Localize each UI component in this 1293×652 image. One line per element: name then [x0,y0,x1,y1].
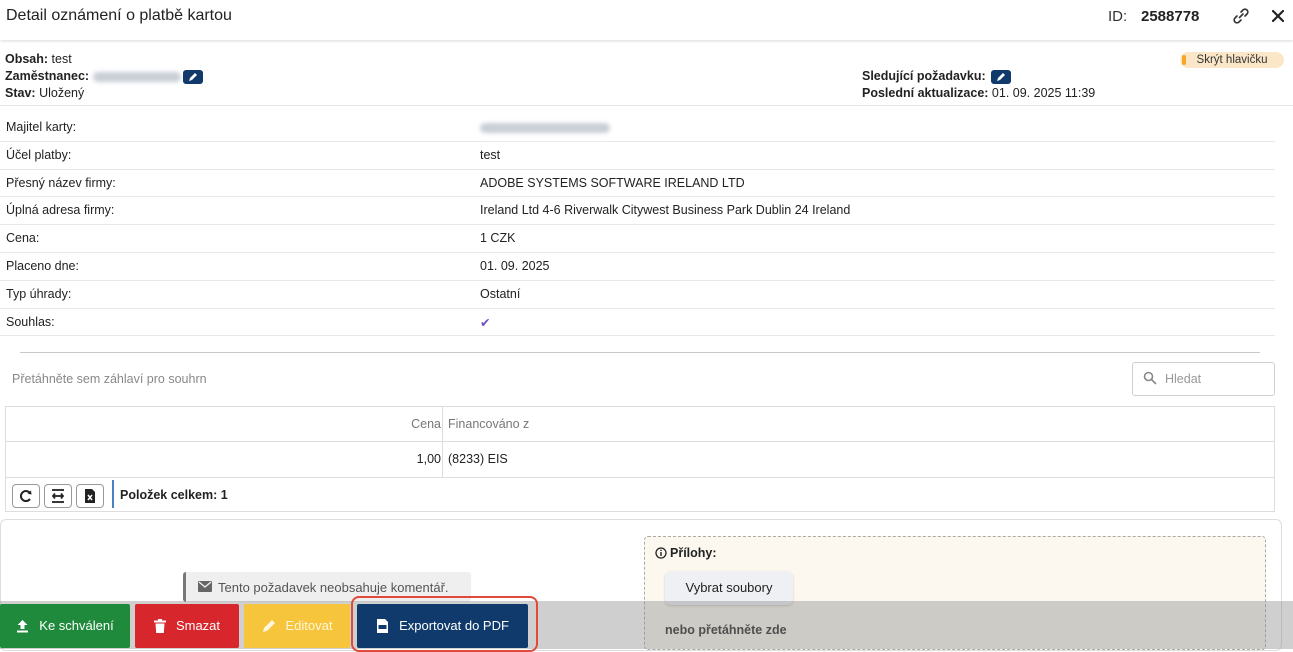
stav-line: Stav: Uložený [5,86,84,100]
edit-employee-button[interactable] [183,69,204,84]
id-label: ID: [1108,8,1128,25]
zamestnanec-line: Zaměstnanec: [5,69,204,84]
edit-label: Editovat [285,618,333,633]
detail-value: Ostatní [480,286,521,301]
search-icon [1143,371,1157,385]
approve-label: Ke schválení [39,618,114,633]
obsah-line: Obsah: test [5,52,72,66]
pencil-icon [262,620,275,632]
detail-label: Přesný název firmy: [6,175,116,190]
aktualizace-line: Poslední aktualizace: 01. 09. 2025 11:39 [862,86,1095,100]
detail-label: Souhlas: [6,314,55,329]
delete-label: Smazat [175,618,221,633]
sledujici-label: Sledující požadavku: [862,69,986,83]
hide-header-button[interactable]: Skrýt hlavičku [1180,52,1284,68]
attachments-label-text: Přílohy: [670,546,717,560]
detail-row: Cena: 1 CZK [0,225,1275,253]
approve-button[interactable]: Ke schválení [0,604,130,648]
request-header: Obsah: test Zaměstnanec: Stav: Uložený S… [0,47,1293,106]
column-header-financovano[interactable]: Financováno z [448,417,529,431]
excel-icon [85,489,95,503]
detail-row: Přesný název firmy: ADOBE SYSTEMS SOFTWA… [0,170,1275,198]
cell-cena: 1,00 [416,452,441,466]
dialog-title: Detail oznámení o platbě kartou [6,7,232,24]
footer-divider [112,480,114,508]
link-icon[interactable] [1231,6,1253,28]
obsah-value: test [51,52,72,66]
refresh-button[interactable] [12,484,40,508]
detail-label: Majitel karty: [6,120,77,134]
details-list: Majitel karty: Účel platby: test Přesný … [0,114,1275,337]
detail-value: test [480,147,501,162]
upload-icon [17,620,29,633]
attachments-label: Přílohy: [655,546,717,560]
detail-label: Účel platby: [6,147,72,162]
grid-footer: Položek celkem: 1 [6,478,1274,511]
detail-row: Úplná adresa firmy: Ireland Ltd 4-6 Rive… [0,197,1275,226]
detail-row: Placeno dne: 01. 09. 2025 [0,253,1275,281]
items-total: Položek celkem: 1 [120,488,228,502]
column-header-cena[interactable]: Cena [6,417,441,431]
column-divider [442,407,443,441]
group-panel-hint[interactable]: Přetáhněte sem záhlaví pro souhrn [12,372,207,386]
detail-row: Účel platby: test [0,142,1275,170]
grid-header: Cena Financováno z [6,407,1274,442]
employee-name-redacted [93,71,182,82]
comment-empty-text: Tento požadavek neobsahuje komentář. [218,580,449,595]
detail-value: Ireland Ltd 4-6 Riverwalk Citywest Busin… [480,203,851,218]
close-icon[interactable] [1268,6,1290,28]
detail-label: Úplná adresa firmy: [6,203,115,218]
id-value: 2588778 [1141,8,1200,25]
detail-value: ADOBE SYSTEMS SOFTWARE IRELAND LTD [480,175,745,190]
table-row[interactable]: 1,00 (8233) EIS [6,441,1274,478]
dialog-titlebar: Detail oznámení o platbě kartou ID: 2588… [0,0,1293,40]
search-placeholder: Hledat [1165,372,1202,386]
checkmark-icon: ✔ [480,315,491,330]
export-excel-button[interactable] [76,484,104,508]
detail-label: Placeno dne: [6,258,79,273]
search-input[interactable]: Hledat [1132,362,1275,396]
fit-columns-button[interactable] [44,484,72,508]
action-bar: Ke schválení Smazat Editovat Exportovat … [0,601,1293,649]
cell-financovano: (8233) EIS [448,452,508,466]
detail-value: 1 CZK [480,231,516,246]
column-divider [442,441,443,477]
refresh-icon [19,490,32,503]
edit-button[interactable]: Editovat [244,604,350,648]
sledujici-line: Sledující požadavku: [862,69,1012,84]
detail-row: Majitel karty: [0,114,1275,142]
detail-label: Cena: [6,231,40,246]
delete-button[interactable]: Smazat [135,604,239,648]
aktualizace-value: 01. 09. 2025 11:39 [991,86,1096,100]
detail-label: Typ úhrady: [6,286,72,301]
trash-icon [153,619,166,633]
divider [20,352,1260,353]
select-files-button[interactable]: Vybrat soubory [665,571,793,605]
detail-row: Souhlas: ✔ [0,309,1275,337]
stav-label: Stav: [5,86,36,100]
envelope-icon [198,581,212,592]
detail-value: 01. 09. 2025 [480,258,550,273]
aktualizace-label: Poslední aktualizace: [862,86,989,100]
zamestnanec-label: Zaměstnanec: [5,69,90,83]
obsah-label: Obsah: [5,52,49,66]
fit-columns-icon [51,489,65,503]
card-owner-redacted [480,120,610,134]
edit-watcher-button[interactable] [991,69,1012,84]
data-grid: Cena Financováno z 1,00 (8233) EIS Polož… [5,406,1275,512]
detail-row: Typ úhrady: Ostatní [0,281,1275,309]
info-icon [655,547,667,559]
stav-value: Uložený [39,86,85,100]
export-highlight-outline [351,596,538,652]
